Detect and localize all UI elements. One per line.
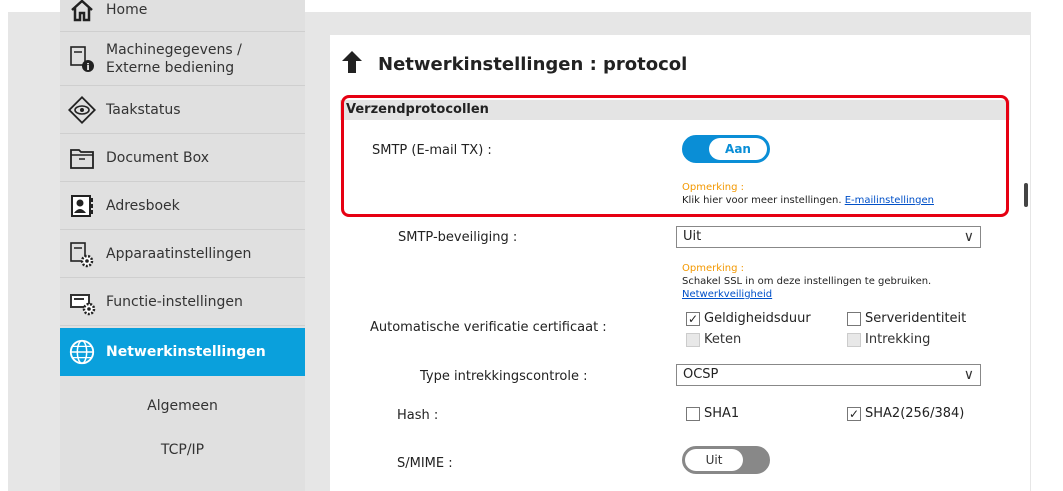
note-warning: Opmerking : <box>682 263 745 274</box>
function-settings-icon <box>68 288 96 316</box>
smime-toggle-label: Uit <box>685 449 743 471</box>
device-settings-icon <box>68 240 96 268</box>
checkbox-label: Geldigheidsduur <box>704 311 811 326</box>
sidebar-item-address-book[interactable]: Adresboek <box>60 182 305 230</box>
revocation-checkbox: Intrekking <box>847 332 930 347</box>
address-book-icon <box>68 192 96 220</box>
page-title: Netwerkinstellingen : protocol <box>378 53 688 75</box>
checkbox-label: Keten <box>704 332 742 347</box>
sidebar-item-label: Functie-instellingen <box>106 293 243 310</box>
sidebar-item-machine-info[interactable]: i Machinegegevens / Externe bediening <box>60 32 305 86</box>
checkbox-unchecked-icon <box>847 311 861 326</box>
checkbox-unchecked-icon <box>686 406 700 421</box>
home-icon <box>68 0 96 24</box>
sidebar-item-job-status[interactable]: Taakstatus <box>60 86 305 134</box>
svg-text:i: i <box>86 63 89 73</box>
sidebar-item-label: Apparaatinstellingen <box>106 245 252 262</box>
sidebar: Home i Machinegegevens / Externe bedieni… <box>60 0 305 491</box>
sha2-checkbox[interactable]: ✓ SHA2(256/384) <box>847 406 964 421</box>
hash-label: Hash : <box>397 408 439 423</box>
sidebar-item-home[interactable]: Home <box>60 0 305 32</box>
sidebar-item-general[interactable]: Algemeen <box>60 382 305 430</box>
smtp-security-value: Uit <box>683 229 702 244</box>
sidebar-item-label: Taakstatus <box>106 101 181 118</box>
page-header: Netwerkinstellingen : protocol <box>340 49 687 79</box>
sidebar-item-function-settings[interactable]: Functie-instellingen <box>60 278 305 326</box>
sha1-checkbox[interactable]: SHA1 <box>686 406 739 421</box>
validity-checkbox[interactable]: ✓ Geldigheidsduur <box>686 311 811 326</box>
network-security-link[interactable]: Netwerkveiligheid <box>682 289 772 300</box>
chain-checkbox: Keten <box>686 332 741 347</box>
chevron-down-icon: ∨ <box>963 367 974 383</box>
sidebar-item-label: TCP/IP <box>160 442 205 458</box>
checkbox-checked-icon: ✓ <box>686 311 700 326</box>
chevron-down-icon: ∨ <box>963 229 974 245</box>
auto-verify-label: Automatische verificatie certificaat : <box>370 320 607 335</box>
sidebar-item-label: Netwerkinstellingen <box>106 344 266 360</box>
sidebar-item-label: Algemeen <box>147 398 218 414</box>
checkbox-disabled-icon <box>686 332 700 347</box>
scrollbar[interactable] <box>1024 183 1028 207</box>
revocation-type-label: Type intrekkingscontrole : <box>420 369 588 384</box>
server-identity-checkbox[interactable]: Serveridentiteit <box>847 311 966 326</box>
sidebar-item-network-settings[interactable]: Netwerkinstellingen <box>60 328 305 376</box>
smime-toggle[interactable]: Uit <box>682 446 770 474</box>
smtp-security-select[interactable]: Uit ∨ <box>676 226 981 248</box>
arrow-up-icon[interactable] <box>340 49 364 79</box>
sidebar-item-document-box[interactable]: Document Box <box>60 134 305 182</box>
ssl-note: Opmerking : Schakel SSL in om deze inste… <box>682 262 931 301</box>
eye-icon <box>68 95 96 124</box>
note-text: Schakel SSL in om deze instellingen te g… <box>682 276 932 287</box>
machine-info-icon: i <box>68 45 96 73</box>
revocation-type-value: OCSP <box>683 367 719 382</box>
sidebar-item-label-line2: Externe bediening <box>106 59 235 76</box>
sidebar-item-label: Adresboek <box>106 197 180 214</box>
sidebar-item-tcpip[interactable]: TCP/IP <box>60 426 305 474</box>
checkbox-label: SHA1 <box>704 406 740 421</box>
checkbox-disabled-icon <box>847 332 861 347</box>
checkbox-label: Serveridentiteit <box>865 311 967 326</box>
sidebar-item-label-line1: Machinegegevens / <box>106 41 242 58</box>
smtp-security-label: SMTP-beveiliging : <box>398 230 518 245</box>
checkbox-label: Intrekking <box>865 332 931 347</box>
highlight-frame <box>341 95 1009 217</box>
globe-icon <box>68 338 96 366</box>
revocation-type-select[interactable]: OCSP ∨ <box>676 364 981 386</box>
checkbox-label: SHA2(256/384) <box>865 406 965 421</box>
sidebar-item-label: Document Box <box>106 149 210 166</box>
document-box-icon <box>68 144 96 172</box>
checkbox-checked-icon: ✓ <box>847 406 861 421</box>
sidebar-item-label: Home <box>106 1 148 18</box>
smime-label: S/MIME : <box>397 456 453 471</box>
sidebar-item-device-settings[interactable]: Apparaatinstellingen <box>60 230 305 278</box>
